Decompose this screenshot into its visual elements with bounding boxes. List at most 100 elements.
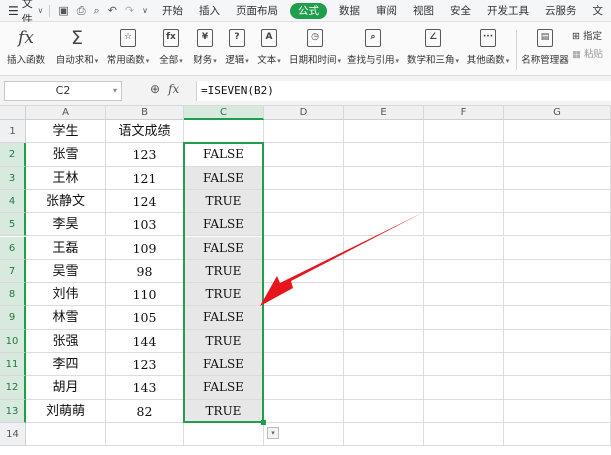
row-header[interactable]: 4: [0, 189, 26, 214]
cell-A11[interactable]: 李四: [26, 353, 106, 377]
cell-E1[interactable]: [344, 120, 424, 144]
cell-D13[interactable]: [264, 399, 344, 423]
tab-5[interactable]: 审阅: [368, 0, 405, 22]
cell-F10[interactable]: [424, 329, 504, 353]
cell-A10[interactable]: 张强: [26, 329, 106, 353]
cell-D5[interactable]: [264, 213, 344, 237]
row-header[interactable]: 10: [0, 329, 26, 353]
cell-F4[interactable]: [424, 189, 504, 214]
fx-icon[interactable]: fx: [168, 82, 179, 96]
cell-D6[interactable]: [264, 236, 344, 260]
cell-G1[interactable]: [504, 120, 611, 144]
column-header-F[interactable]: F: [424, 106, 504, 120]
undo-icon[interactable]: ↶: [108, 4, 117, 17]
cell-G11[interactable]: [504, 353, 611, 377]
column-header-C[interactable]: C: [184, 106, 264, 120]
cell-G13[interactable]: [504, 399, 611, 423]
cell-F12[interactable]: [424, 376, 504, 400]
row-header[interactable]: 7: [0, 259, 26, 284]
file-menu[interactable]: ☰ 文件 ∨: [0, 0, 43, 26]
cell-A9[interactable]: 林雪: [26, 306, 106, 330]
cell-B7[interactable]: 98: [106, 259, 184, 284]
row-header[interactable]: 5: [0, 213, 26, 237]
print-preview-icon[interactable]: ⌕: [94, 4, 100, 18]
cell-D10[interactable]: [264, 329, 344, 353]
lookup-button[interactable]: ⌕ 查找与引用▾: [346, 26, 400, 66]
cell-F7[interactable]: [424, 259, 504, 284]
cell-G14[interactable]: [504, 422, 611, 447]
cell-A1[interactable]: 学生: [26, 120, 106, 144]
cell-G8[interactable]: [504, 283, 611, 307]
cell-C7[interactable]: TRUE: [184, 259, 264, 284]
cell-C11[interactable]: FALSE: [184, 353, 264, 377]
tab-10[interactable]: 文: [585, 0, 611, 22]
cell-F2[interactable]: [424, 143, 504, 167]
cell-F8[interactable]: [424, 283, 504, 307]
cell-B12[interactable]: 143: [106, 376, 184, 400]
redo-icon[interactable]: ↷: [125, 4, 134, 17]
all-functions-button[interactable]: fx 全部▾: [156, 26, 186, 66]
tab-7[interactable]: 安全: [442, 0, 479, 22]
logic-button[interactable]: ? 逻辑▾: [222, 26, 252, 66]
cell-C9[interactable]: FALSE: [184, 306, 264, 330]
column-header-E[interactable]: E: [344, 106, 424, 120]
row-header[interactable]: 14: [0, 422, 26, 447]
cell-B13[interactable]: 82: [106, 399, 184, 423]
cell-A7[interactable]: 吴雪: [26, 259, 106, 284]
cell-G7[interactable]: [504, 259, 611, 284]
formula-input[interactable]: =ISEVEN(B2): [196, 81, 611, 101]
cell-E5[interactable]: [344, 213, 424, 237]
row-header[interactable]: 6: [0, 236, 26, 260]
cell-B9[interactable]: 105: [106, 306, 184, 330]
cell-E11[interactable]: [344, 353, 424, 377]
cell-A8[interactable]: 刘伟: [26, 283, 106, 307]
autosum-button[interactable]: Σ 自动求和▾: [54, 26, 100, 66]
more-icon[interactable]: ∨: [142, 6, 148, 15]
cell-B8[interactable]: 110: [106, 283, 184, 307]
cell-E13[interactable]: [344, 399, 424, 423]
cell-B1[interactable]: 语文成绩: [106, 120, 184, 144]
tab-2[interactable]: 页面布局: [228, 0, 286, 22]
save-icon[interactable]: ▣: [58, 4, 68, 17]
common-functions-button[interactable]: ☆ 常用函数▾: [106, 26, 150, 66]
tab-8[interactable]: 开发工具: [479, 0, 537, 22]
tab-6[interactable]: 视图: [405, 0, 442, 22]
cell-F11[interactable]: [424, 353, 504, 377]
cell-C13[interactable]: TRUE: [184, 399, 264, 423]
name-box[interactable]: C2 ▾: [4, 81, 122, 101]
name-manager-button[interactable]: ▤ 名称管理器: [521, 26, 569, 66]
cell-C1[interactable]: [184, 120, 264, 144]
tab-3[interactable]: 公式: [290, 2, 327, 19]
cell-E8[interactable]: [344, 283, 424, 307]
row-header[interactable]: 11: [0, 353, 26, 377]
cell-G10[interactable]: [504, 329, 611, 353]
cell-E9[interactable]: [344, 306, 424, 330]
finance-button[interactable]: ¥ 财务▾: [190, 26, 220, 66]
cell-G12[interactable]: [504, 376, 611, 400]
cell-F6[interactable]: [424, 236, 504, 260]
autofill-options-icon[interactable]: ▾: [267, 426, 279, 439]
tab-1[interactable]: 插入: [191, 0, 228, 22]
cell-F1[interactable]: [424, 120, 504, 144]
cell-C5[interactable]: FALSE: [184, 213, 264, 237]
cell-A4[interactable]: 张静文: [26, 189, 106, 214]
cell-A14[interactable]: [26, 422, 106, 447]
cell-B2[interactable]: 123: [106, 143, 184, 167]
cell-C12[interactable]: FALSE: [184, 376, 264, 400]
row-header[interactable]: 8: [0, 283, 26, 307]
insert-function-button[interactable]: fx 插入函数: [6, 26, 46, 66]
paste-button[interactable]: ▦ 粘贴: [572, 46, 603, 64]
column-header-G[interactable]: G: [504, 106, 611, 120]
cell-D7[interactable]: [264, 259, 344, 284]
cell-B6[interactable]: 109: [106, 236, 184, 260]
specify-button[interactable]: ⊞ 指定: [572, 28, 603, 46]
cell-A2[interactable]: 张雪: [26, 143, 106, 167]
cell-A3[interactable]: 王林: [26, 166, 106, 190]
cell-E7[interactable]: [344, 259, 424, 284]
cell-F13[interactable]: [424, 399, 504, 423]
cell-D9[interactable]: [264, 306, 344, 330]
cell-G9[interactable]: [504, 306, 611, 330]
select-all-corner[interactable]: [0, 106, 26, 120]
fill-handle[interactable]: [261, 419, 266, 425]
cell-D8[interactable]: [264, 283, 344, 307]
